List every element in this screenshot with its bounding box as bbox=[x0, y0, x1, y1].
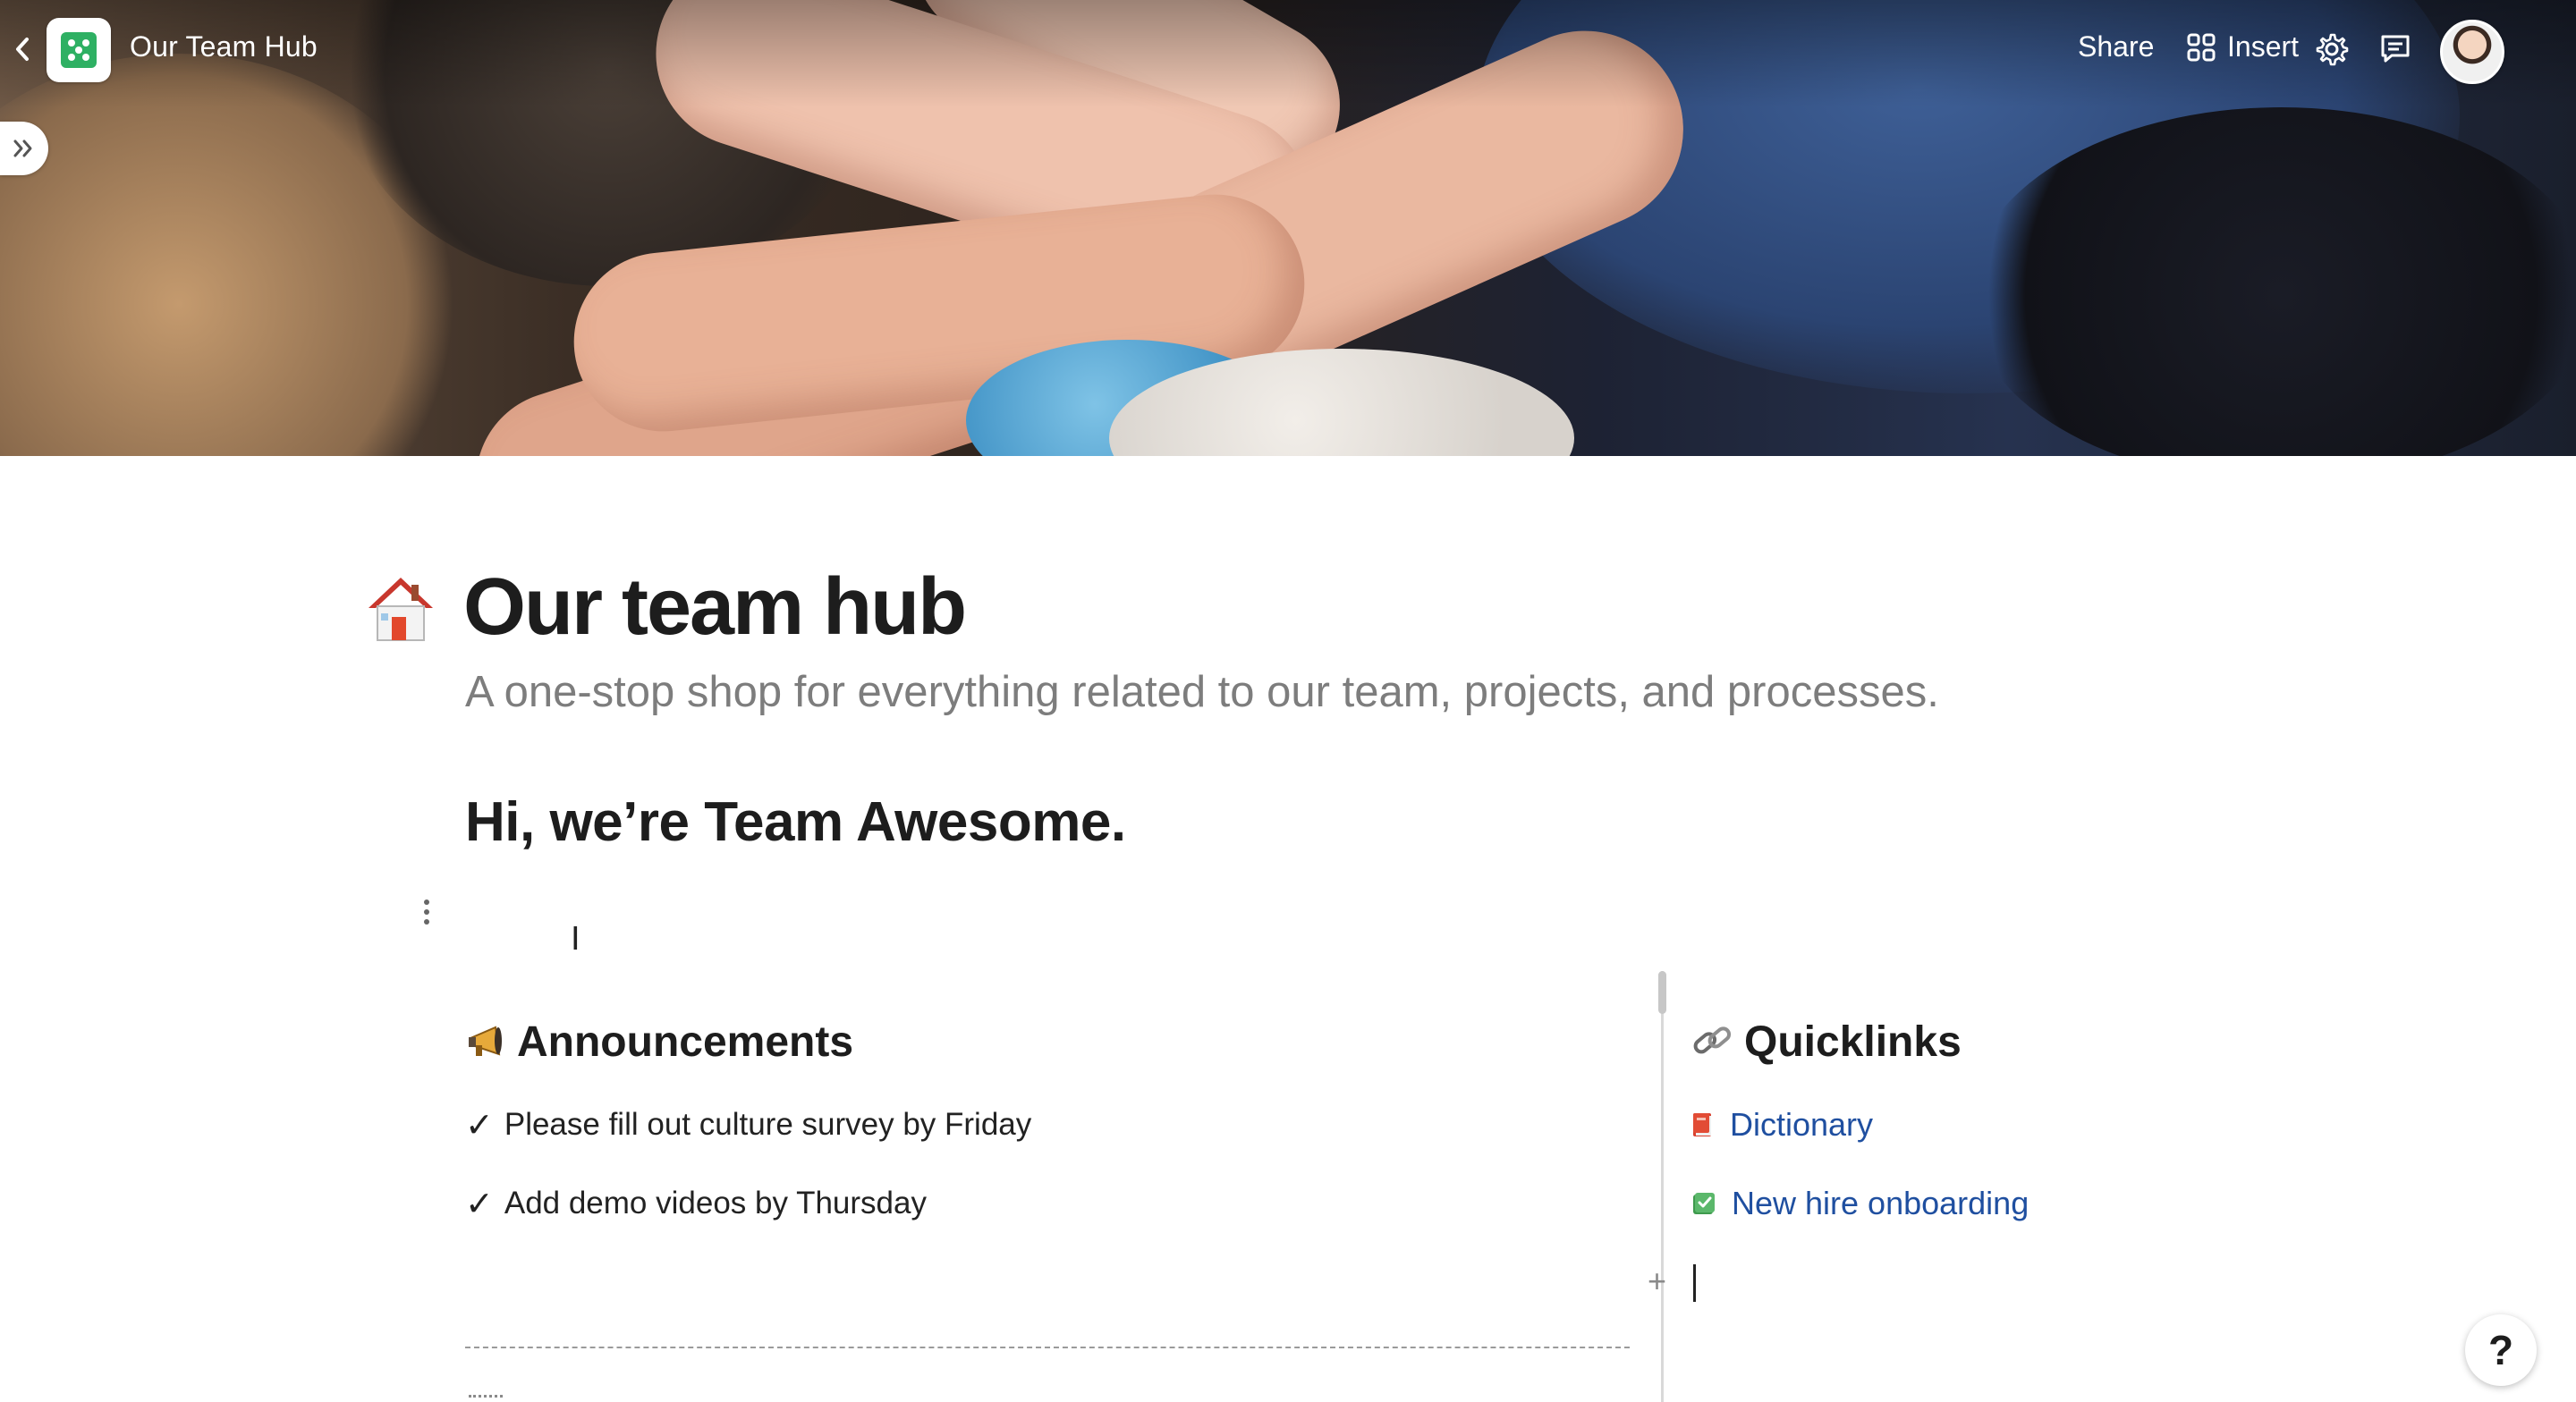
help-button[interactable]: ? bbox=[2465, 1314, 2537, 1386]
insert-label: Insert bbox=[2227, 30, 2300, 63]
page-subtitle[interactable]: A one-stop shop for everything related t… bbox=[465, 667, 1939, 717]
quicklinks-heading[interactable]: Quicklinks bbox=[1690, 1010, 2496, 1073]
quicklink-new-hire-onboarding[interactable]: New hire onboarding bbox=[1690, 1177, 2496, 1230]
list-item-text: Add demo videos by Thursday bbox=[504, 1186, 927, 1220]
dotted-marker bbox=[469, 1395, 503, 1398]
share-button[interactable]: Share bbox=[2078, 30, 2154, 63]
insert-button[interactable]: Insert bbox=[2186, 30, 2299, 63]
double-chevron-right-icon bbox=[13, 139, 32, 157]
checkmark-icon: ✓ bbox=[465, 1185, 494, 1223]
page-title[interactable]: Our team hub bbox=[463, 562, 967, 654]
column-resize-handle[interactable] bbox=[1658, 971, 1666, 1014]
dashed-divider bbox=[465, 1347, 1630, 1348]
quicklink-dictionary[interactable]: Dictionary bbox=[1690, 1098, 2496, 1152]
text-caret bbox=[1693, 1264, 1696, 1302]
back-button[interactable] bbox=[13, 34, 39, 64]
comment-icon bbox=[2381, 35, 2410, 63]
megaphone-icon bbox=[469, 1026, 502, 1056]
add-block-button[interactable]: + bbox=[1648, 1263, 1666, 1300]
doc-app-icon[interactable] bbox=[47, 18, 111, 82]
grid-four-icon bbox=[2187, 33, 2216, 61]
quicklinks-column: Quicklinks Dictionary New hire onboardin… bbox=[1690, 1010, 2496, 1230]
announcements-heading[interactable]: Announcements bbox=[465, 1010, 1628, 1073]
ibeam-cursor-icon: I bbox=[571, 921, 580, 958]
list-item-text: Please fill out culture survey by Friday bbox=[504, 1107, 1032, 1142]
grid-app-icon bbox=[61, 32, 97, 68]
block-drag-handle[interactable] bbox=[420, 899, 433, 932]
gear-icon bbox=[2316, 33, 2349, 66]
user-avatar[interactable] bbox=[2440, 20, 2504, 84]
checkbox-icon bbox=[1693, 1193, 1715, 1214]
top-bar: Our Team Hub Share Insert bbox=[0, 0, 2576, 98]
doc-title[interactable]: Our Team Hub bbox=[130, 30, 318, 63]
section-heading[interactable]: Hi, we’re Team Awesome. bbox=[465, 790, 1126, 854]
book-icon bbox=[1693, 1113, 1711, 1136]
settings-button[interactable] bbox=[2315, 32, 2349, 73]
quicklink-label: Dictionary bbox=[1730, 1106, 1874, 1143]
announcements-title: Announcements bbox=[517, 1018, 854, 1066]
link-icon bbox=[1693, 1026, 1732, 1054]
list-item[interactable]: ✓ Add demo videos by Thursday bbox=[465, 1177, 1628, 1230]
list-item[interactable]: ✓ Please fill out culture survey by Frid… bbox=[465, 1098, 1628, 1152]
house-icon bbox=[369, 578, 433, 641]
comments-button[interactable] bbox=[2379, 32, 2411, 72]
chevron-left-icon bbox=[16, 38, 29, 61]
quicklink-label: New hire onboarding bbox=[1732, 1185, 2029, 1221]
announcements-column: Announcements ✓ Please fill out culture … bbox=[465, 1010, 1628, 1230]
quicklinks-title: Quicklinks bbox=[1744, 1018, 1962, 1066]
column-divider[interactable] bbox=[1658, 971, 1666, 1402]
checkmark-icon: ✓ bbox=[465, 1106, 494, 1144]
